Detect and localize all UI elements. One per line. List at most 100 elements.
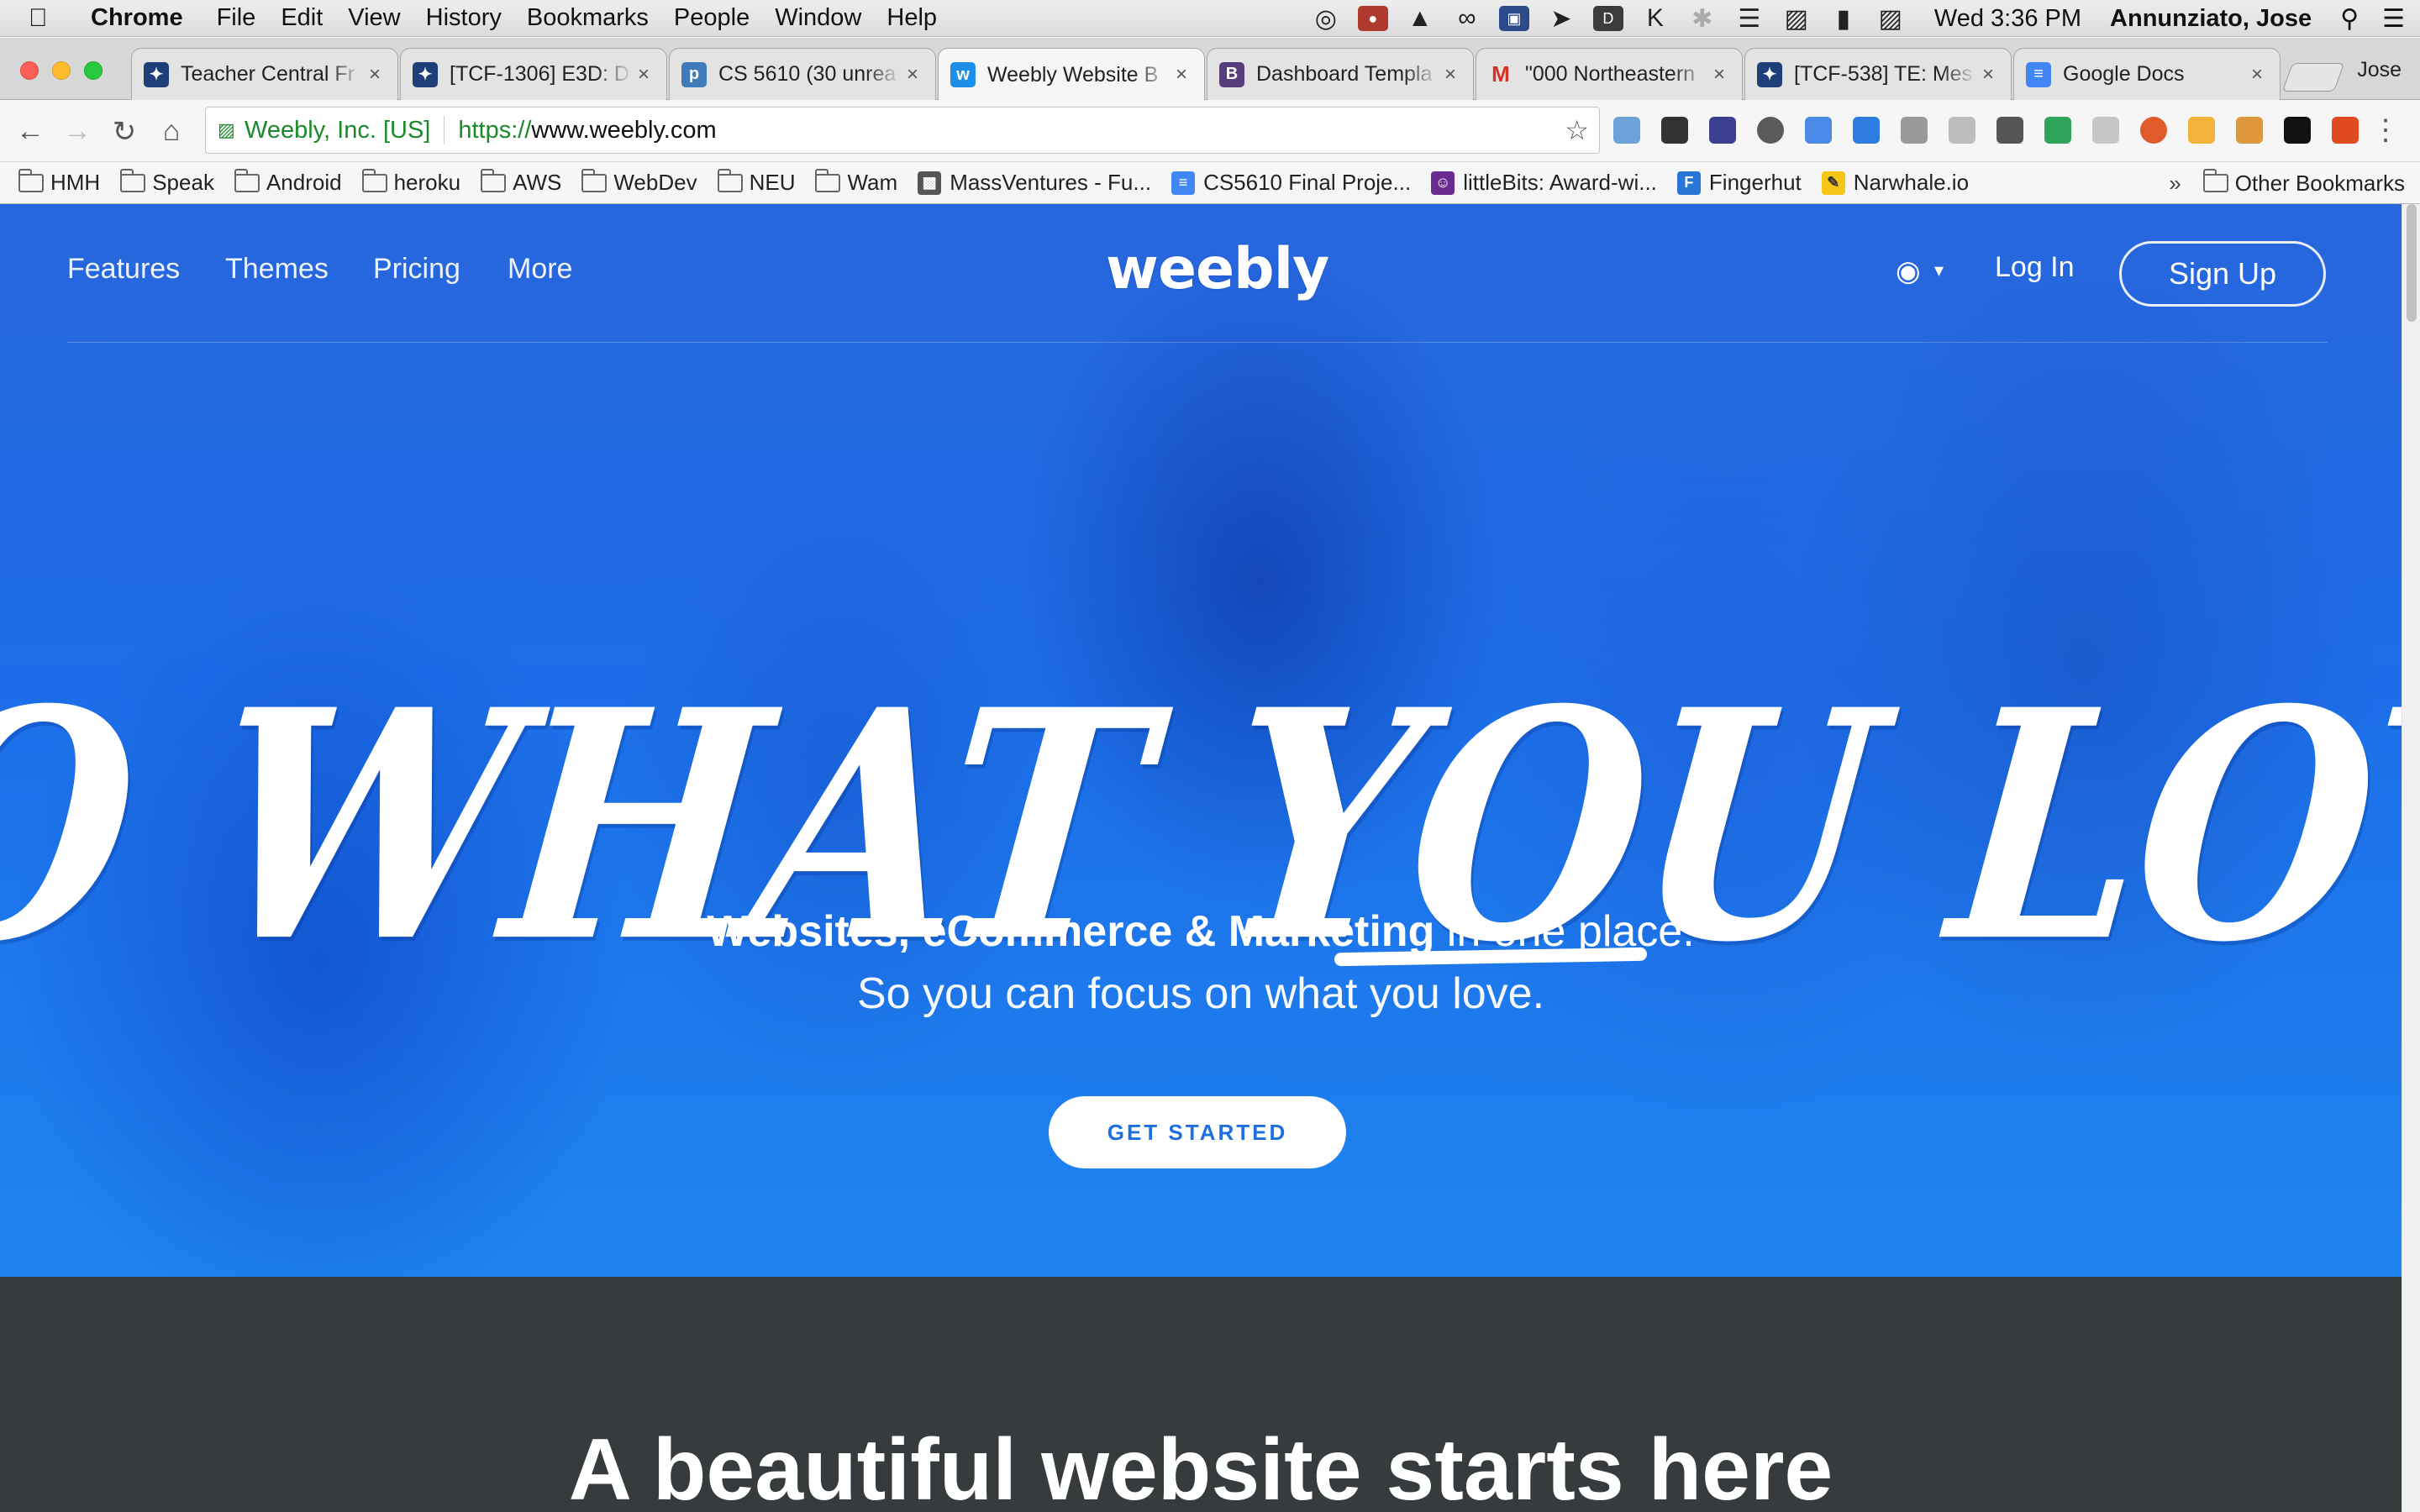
sheets-extension-icon[interactable] — [2044, 117, 2071, 144]
tab-tcf-1306[interactable]: ✦ [TCF-1306] E3D: D × — [400, 48, 667, 100]
address-bar[interactable]: ▨ Weebly, Inc. [US] https:// www.weebly.… — [205, 107, 1600, 154]
jetbrains-extension-icon[interactable] — [2284, 117, 2311, 144]
bookmark-folder-hmh[interactable]: HMH — [18, 168, 100, 196]
gear-extension-icon[interactable] — [1661, 117, 1688, 144]
tab-close-icon[interactable]: × — [1708, 63, 1730, 87]
bookmark-folder-speak[interactable]: Speak — [120, 168, 214, 196]
nav-themes[interactable]: Themes — [225, 253, 329, 286]
bookmark-narwhale[interactable]: ✎ Narwhale.io — [1821, 170, 1969, 196]
bookmark-folder-android[interactable]: Android — [234, 168, 342, 196]
secure-lock-icon[interactable]: ▨ — [218, 119, 239, 141]
profile-button[interactable]: Jose — [2357, 58, 2402, 82]
notification-center-icon[interactable]: ☰ — [2382, 4, 2405, 34]
spotlight-search-icon[interactable]: ⚲ — [2340, 4, 2359, 34]
menu-view[interactable]: View — [348, 4, 400, 32]
colorzilla-extension-icon[interactable] — [2140, 117, 2167, 144]
menu-bookmarks[interactable]: Bookmarks — [527, 4, 649, 32]
nav-more[interactable]: More — [508, 253, 572, 286]
translate-extension-icon[interactable] — [1805, 117, 1832, 144]
tab-close-icon[interactable]: × — [364, 63, 386, 87]
tab-close-icon[interactable]: × — [1171, 63, 1192, 87]
menu-people[interactable]: People — [674, 4, 750, 32]
new-tab-button[interactable] — [2281, 63, 2345, 92]
tab-close-icon[interactable]: × — [902, 63, 923, 87]
chevron-down-icon[interactable]: ▾ — [1934, 260, 1944, 281]
menu-help[interactable]: Help — [886, 4, 937, 32]
angular-extension-icon[interactable] — [1949, 117, 1975, 144]
nav-features[interactable]: Features — [67, 253, 180, 286]
keybase-status-icon[interactable]: K — [1640, 4, 1670, 32]
wifi-icon[interactable]: ☰ — [1734, 5, 1765, 33]
sync-extension-icon[interactable] — [1757, 117, 1784, 144]
office-extension-icon[interactable] — [2332, 117, 2359, 144]
recording-status-icon[interactable]: ● — [1357, 6, 1388, 31]
reload-icon[interactable]: ↻ — [108, 115, 141, 149]
menu-edit[interactable]: Edit — [281, 4, 323, 32]
display-status-icon[interactable]: ▣ — [1498, 6, 1529, 31]
evernote-status-icon[interactable]: ▲ — [1405, 4, 1435, 32]
bookmark-folder-wam[interactable]: Wam — [815, 168, 897, 196]
minimize-window-button[interactable] — [52, 61, 71, 80]
signup-button[interactable]: Sign Up — [2119, 241, 2326, 307]
bluetooth-icon[interactable]: ✱ — [1687, 5, 1718, 33]
tab-teacher-central[interactable]: ✦ Teacher Central Fr × — [131, 48, 398, 100]
bookmark-fingerhut[interactable]: F Fingerhut — [1676, 170, 1802, 196]
home-icon[interactable]: ⌂ — [155, 115, 188, 148]
tab-close-icon[interactable]: × — [2246, 63, 2268, 87]
bookmark-folder-heroku[interactable]: heroku — [361, 168, 460, 196]
pinterest-extension-icon[interactable] — [1853, 117, 1880, 144]
tab-close-icon[interactable]: × — [1439, 63, 1461, 87]
site-identity[interactable]: Weebly, Inc. [US] — [245, 117, 430, 144]
tab-close-icon[interactable]: × — [1977, 63, 1999, 87]
login-link[interactable]: Log In — [1995, 251, 2075, 284]
bookmark-folder-webdev[interactable]: WebDev — [581, 168, 697, 196]
apple-icon[interactable]:  — [29, 4, 72, 33]
globe-icon[interactable]: ◉ — [1896, 255, 1921, 288]
zoom-window-button[interactable] — [84, 61, 103, 80]
tag-extension-icon[interactable] — [2236, 117, 2263, 144]
close-window-button[interactable] — [20, 61, 39, 80]
glasses-status-icon[interactable]: ∞ — [1452, 4, 1482, 32]
page-scrollbar[interactable] — [2402, 204, 2420, 1512]
screenshot-extension-icon[interactable] — [1996, 117, 2023, 144]
clock[interactable]: Wed 3:36 PM — [1934, 5, 2081, 33]
bookmark-massventures[interactable]: ▩ MassVentures - Fu... — [918, 170, 1151, 196]
get-started-button[interactable]: GET STARTED — [1049, 1096, 1346, 1168]
bookmarks-overflow-chevron-icon[interactable]: » — [2169, 171, 2181, 197]
bookmark-cs5610-final[interactable]: ≡ CS5610 Final Proje... — [1171, 170, 1411, 196]
tab-gmail[interactable]: M "000 Northeastern × — [1476, 48, 1743, 100]
weebly-logo[interactable]: weebly — [1106, 236, 1329, 302]
bookmark-folder-other[interactable]: Other Bookmarks — [2202, 169, 2405, 197]
menu-window[interactable]: Window — [775, 4, 861, 32]
tab-close-icon[interactable]: × — [633, 63, 655, 87]
wappalyzer-extension-icon[interactable] — [1709, 117, 1736, 144]
pencil-extension-icon[interactable] — [2188, 117, 2215, 144]
tab-tcf-538[interactable]: ✦ [TCF-538] TE: Mes × — [1744, 48, 2012, 100]
chrome-menu-icon[interactable]: ⋮ — [2371, 113, 2400, 147]
clipper-extension-icon[interactable] — [1901, 117, 1928, 144]
dropbox-status-icon[interactable]: ◎ — [1311, 5, 1341, 33]
menu-file[interactable]: File — [217, 4, 256, 32]
user-lock-icon[interactable]: ▨ — [1876, 5, 1906, 33]
drive-extension-icon[interactable] — [2092, 117, 2119, 144]
menu-app-name[interactable]: Chrome — [91, 4, 183, 32]
scrollbar-thumb[interactable] — [2407, 204, 2417, 322]
tab-weebly[interactable]: w Weebly Website B × — [938, 48, 1205, 101]
bookmark-folder-neu[interactable]: NEU — [717, 168, 795, 196]
bookmark-star-icon[interactable]: ☆ — [1565, 114, 1589, 146]
battery-icon[interactable]: ▮ — [1828, 5, 1859, 33]
forward-arrow-icon[interactable]: → — [60, 115, 94, 148]
readability-status-icon[interactable]: D — [1592, 6, 1623, 31]
bookmark-folder-aws[interactable]: AWS — [481, 168, 561, 196]
tab-google-docs[interactable]: ≡ Google Docs × — [2013, 48, 2281, 100]
menu-history[interactable]: History — [426, 4, 502, 32]
nav-pricing[interactable]: Pricing — [373, 253, 460, 286]
tab-dashboard-template[interactable]: B Dashboard Templa × — [1207, 48, 1474, 100]
bookmark-littlebits[interactable]: ☺ littleBits: Award-wi... — [1431, 170, 1657, 196]
notes-extension-icon[interactable] — [1613, 117, 1640, 144]
lock-icon[interactable]: ▨ — [1781, 5, 1812, 33]
back-arrow-icon[interactable]: ← — [13, 115, 47, 148]
user-name[interactable]: Annunziato, Jose — [2110, 5, 2312, 33]
location-arrow-icon[interactable]: ➤ — [1546, 5, 1576, 33]
tab-cs5610-piazza[interactable]: p CS 5610 (30 unrea × — [669, 48, 936, 100]
